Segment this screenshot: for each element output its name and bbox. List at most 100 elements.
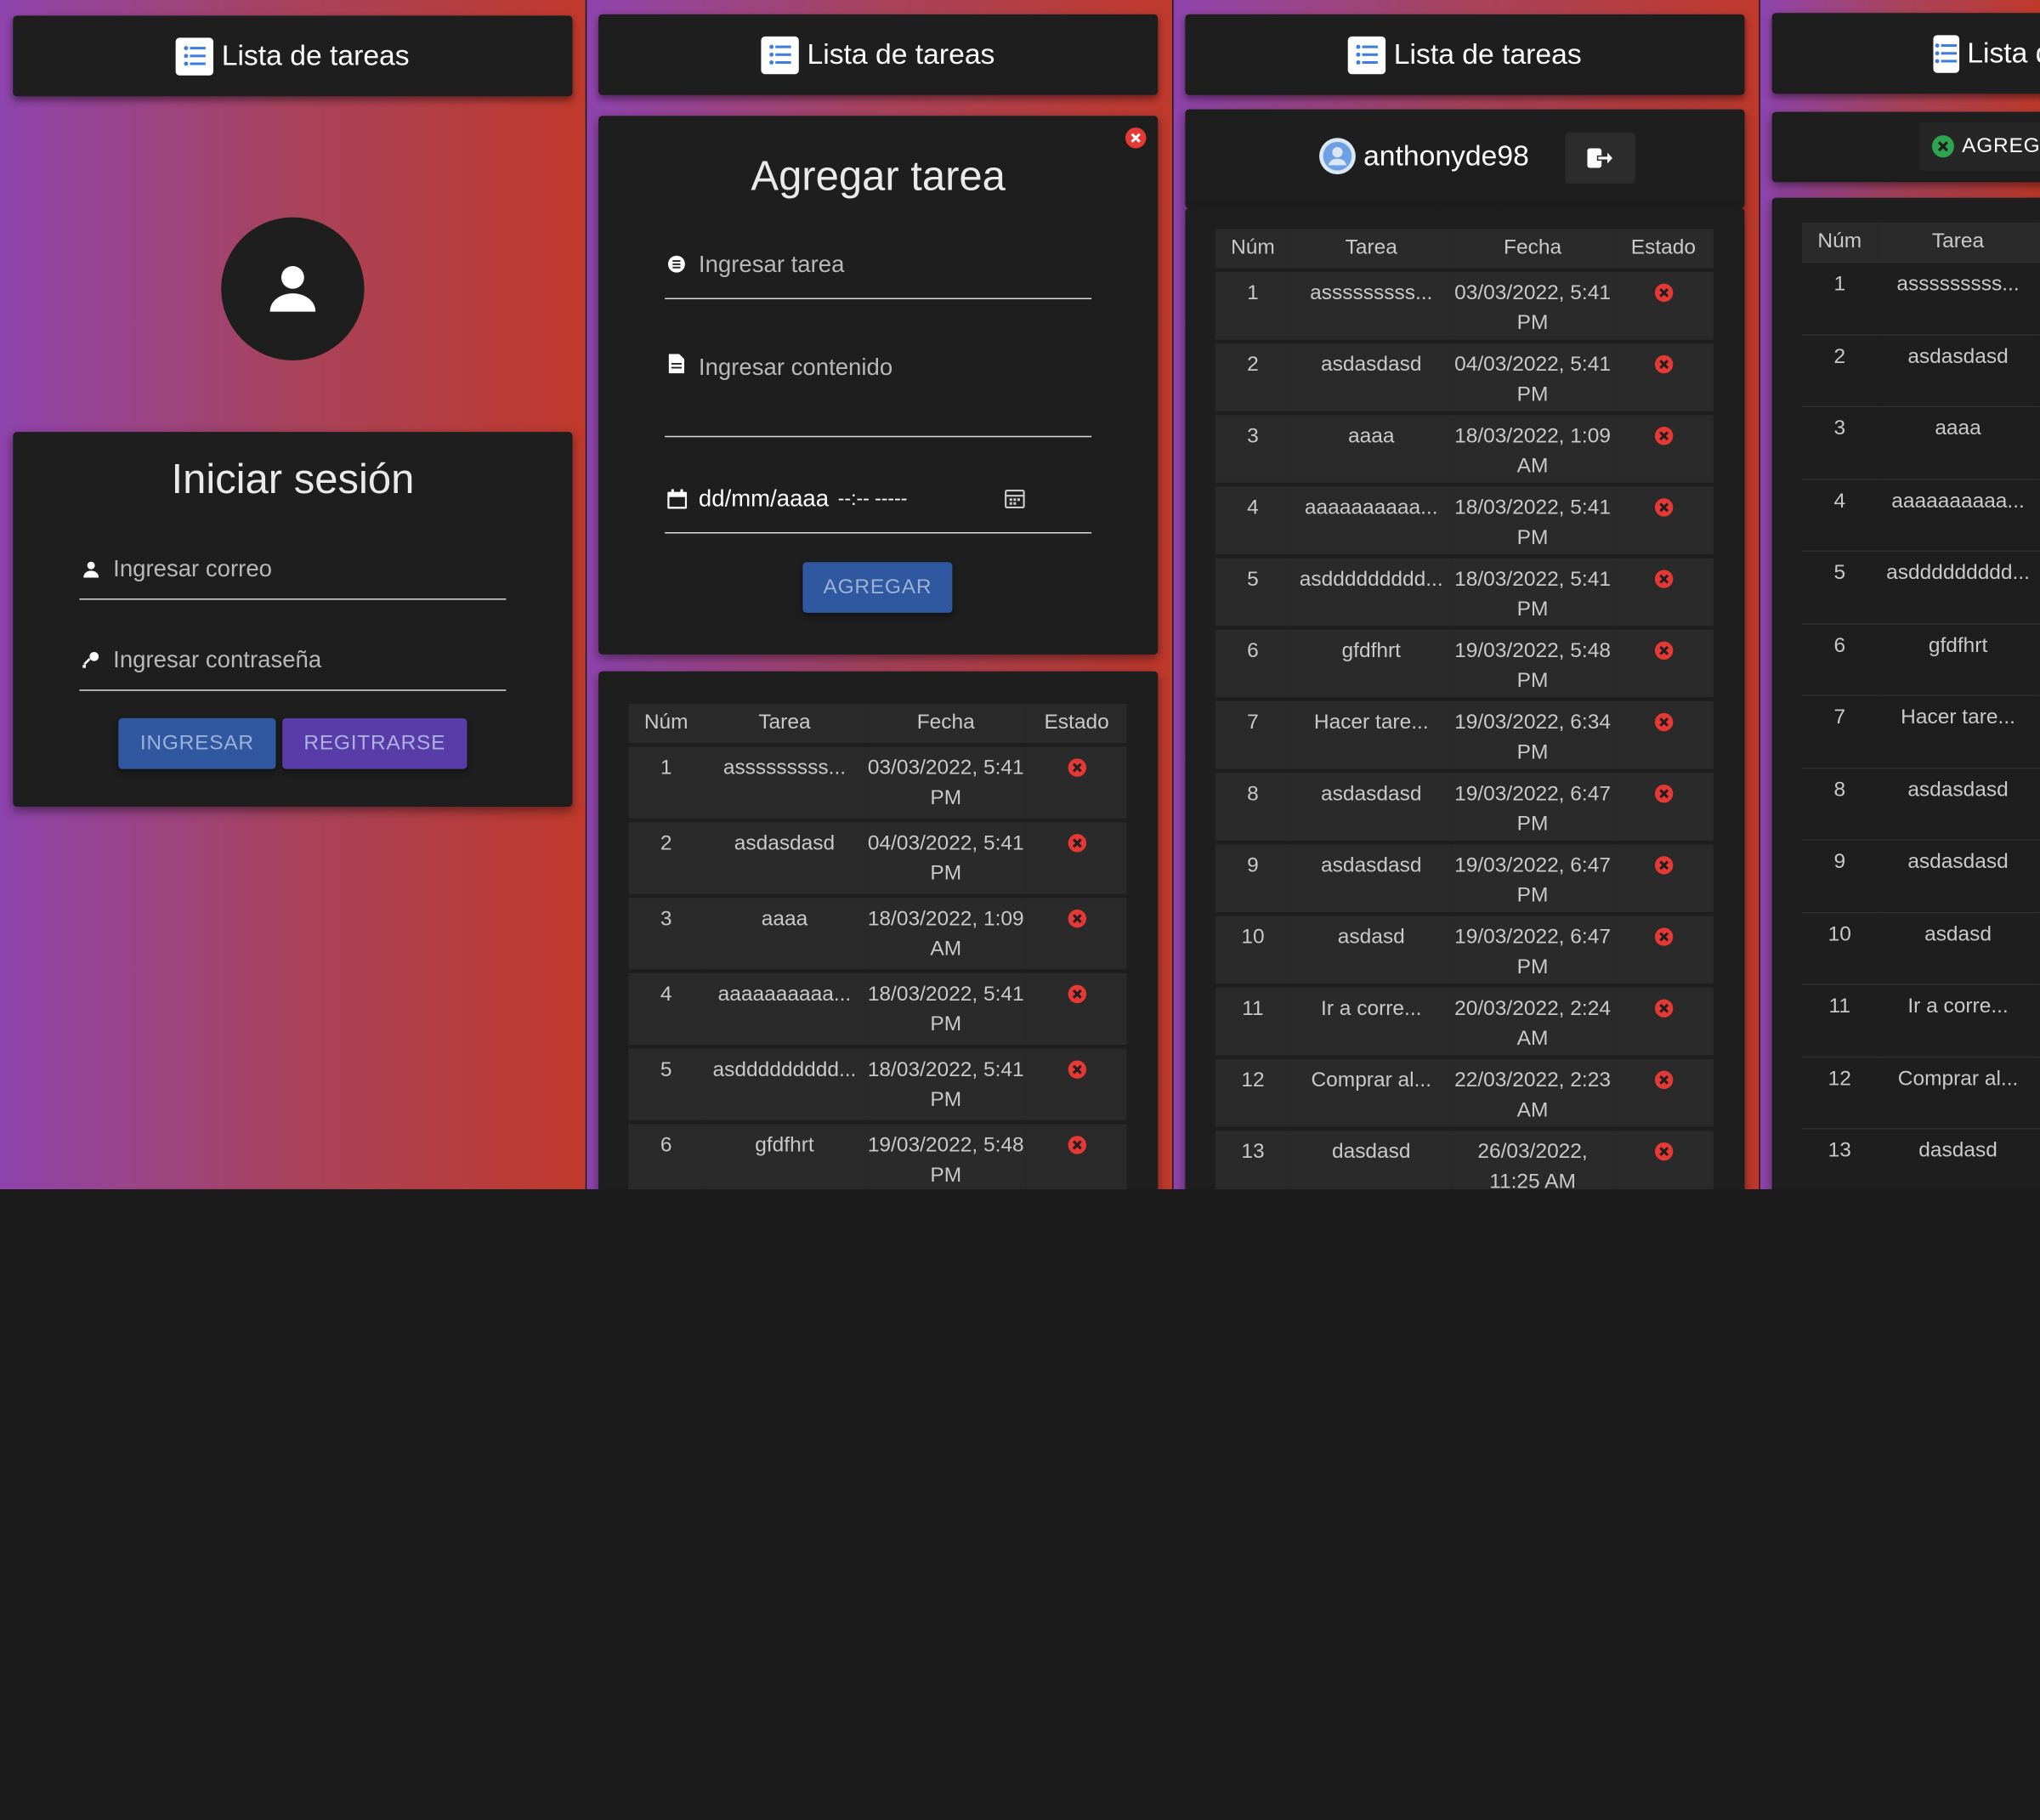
task-title: Hacer tare... bbox=[1290, 700, 1453, 769]
task-list-card: NúmTareaFechaEstado1asssssssss...03/03/2… bbox=[598, 671, 1159, 1189]
time-placeholder: --:-- ----- bbox=[837, 487, 908, 510]
status-pending-icon[interactable] bbox=[1067, 1060, 1086, 1079]
content-field[interactable]: Ingresar contenido bbox=[665, 331, 1092, 438]
task-date-line2: PM bbox=[1516, 670, 1549, 693]
task-number: 4 bbox=[628, 972, 705, 1046]
task-date: 19/03/2022, 6:47 PM bbox=[1452, 844, 1613, 912]
table-row[interactable]: 8asdasdasd19/03/2022, 6:47 bbox=[1801, 767, 2040, 840]
table-row[interactable]: 7 Hacer tare... 19/03/2022, 6:34 PM bbox=[1215, 700, 1714, 769]
task-date: 19/03/2022, 5:48 PM bbox=[1452, 629, 1613, 698]
status-pending-icon[interactable] bbox=[1654, 1070, 1673, 1090]
table-row[interactable]: 6 gfdfhrt 19/03/2022, 5:48 PM bbox=[628, 1124, 1127, 1189]
add-toggle-button[interactable]: AGREG bbox=[1918, 122, 2040, 171]
task-number: 3 bbox=[1801, 405, 1878, 479]
table-row[interactable]: 9asdasdasd19/03/2022, 6:47 bbox=[1801, 839, 2040, 912]
task-title: asdasd bbox=[1877, 911, 2039, 984]
task-status bbox=[1612, 271, 1714, 340]
logout-button[interactable] bbox=[1565, 133, 1635, 184]
email-field[interactable]: Ingresar correo bbox=[79, 539, 507, 600]
table-row[interactable]: 5 asddddddddd... 18/03/2022, 5:41 PM bbox=[628, 1048, 1127, 1120]
table-row[interactable]: 10asdasd19/03/2022, 6:47 bbox=[1801, 911, 2040, 984]
status-pending-icon[interactable] bbox=[1654, 927, 1673, 946]
task-date-line2: AM bbox=[930, 938, 962, 961]
add-task-button[interactable]: AGREGAR bbox=[802, 562, 953, 613]
task-date: 22/03/2022, 2:23 AM bbox=[1452, 1058, 1613, 1127]
table-row[interactable]: 2 asdasdasd 04/03/2022, 5:41 PM bbox=[1215, 343, 1714, 411]
table-row[interactable]: 5asddddddddd...18/03/2022, 5:41 bbox=[1801, 550, 2040, 623]
status-pending-icon[interactable] bbox=[1067, 758, 1086, 777]
column-header: Núm bbox=[1801, 222, 1878, 262]
status-pending-icon[interactable] bbox=[1067, 834, 1086, 853]
table-row[interactable]: 7Hacer tare...19/03/2022, 6:34 bbox=[1801, 695, 2040, 768]
task-number: 1 bbox=[1215, 271, 1291, 340]
status-pending-icon[interactable] bbox=[1067, 1136, 1086, 1154]
calendar-picker-icon[interactable] bbox=[1005, 488, 1025, 515]
register-button[interactable]: REGITRARSE bbox=[282, 717, 468, 769]
table-row[interactable]: 13dasdasd26/03/2022, bbox=[1801, 1128, 2040, 1189]
status-pending-icon[interactable] bbox=[1654, 570, 1673, 588]
table-row[interactable]: 4 aaaaaaaaaa... 18/03/2022, 5:41 PM bbox=[1215, 486, 1714, 555]
table-row[interactable]: 6gfdfhrt19/03/2022, 5:48 bbox=[1801, 622, 2040, 695]
status-pending-icon[interactable] bbox=[1654, 427, 1673, 445]
table-row[interactable]: 8 asdasdasd 19/03/2022, 6:47 PM bbox=[1215, 773, 1714, 841]
status-pending-icon[interactable] bbox=[1067, 984, 1086, 1004]
status-pending-icon[interactable] bbox=[1654, 1142, 1673, 1161]
task-date-line1: 20/03/2022, 2:24 bbox=[1454, 997, 1611, 1020]
task-status bbox=[1612, 629, 1714, 698]
status-pending-icon[interactable] bbox=[1654, 999, 1673, 1018]
table-row[interactable]: 13 dasdasd 26/03/2022, 11:25 AM bbox=[1215, 1131, 1714, 1189]
task-status bbox=[1612, 916, 1714, 984]
task-date: 18/03/2022, 5:41 PM bbox=[864, 1048, 1027, 1120]
table-row[interactable]: 2asdasdasd04/03/2022, 5:41 bbox=[1801, 333, 2040, 406]
table-row[interactable]: 12 Comprar al... 22/03/2022, 2:23 AM bbox=[1215, 1058, 1714, 1127]
date-field[interactable]: dd/mm/aaaa --:-- ----- bbox=[665, 464, 1092, 534]
table-row[interactable]: 1 asssssssss... 03/03/2022, 5:41 PM bbox=[1215, 271, 1714, 340]
app-bar: Lista de tareas bbox=[13, 15, 573, 97]
content-placeholder: Ingresar contenido bbox=[698, 354, 893, 380]
table-row[interactable]: 1 asssssssss... 03/03/2022, 5:41 PM bbox=[628, 746, 1127, 819]
status-pending-icon[interactable] bbox=[1654, 784, 1673, 803]
table-row[interactable]: 12Comprar al...22/03/2022, 2:23 bbox=[1801, 1056, 2040, 1129]
status-pending-icon[interactable] bbox=[1654, 283, 1673, 303]
task-number: 3 bbox=[1215, 415, 1291, 483]
table-row[interactable]: 1asssssssss...03/03/2022, 5:41 bbox=[1801, 261, 2040, 334]
table-header-row: NúmTareaFechaEstado bbox=[628, 704, 1127, 743]
task-number: 3 bbox=[628, 898, 705, 970]
column-header: Núm bbox=[1215, 229, 1291, 269]
table-row[interactable]: 3 aaaa 18/03/2022, 1:09 AM bbox=[1215, 415, 1714, 483]
table-row[interactable]: 11 Ir a corre... 20/03/2022, 2:24 AM bbox=[1215, 987, 1714, 1056]
table-row[interactable]: 11Ir a corre...20/03/2022, 2:24 bbox=[1801, 984, 2040, 1057]
task-date: 04/03/2022, 5:41 PM bbox=[864, 822, 1027, 894]
status-pending-icon[interactable] bbox=[1654, 856, 1673, 875]
table-row[interactable]: 4aaaaaaaaaa...18/03/2022, 5:41 bbox=[1801, 478, 2040, 551]
table-row[interactable]: 9 asdasdasd 19/03/2022, 6:47 PM bbox=[1215, 844, 1714, 912]
table-row[interactable]: 6 gfdfhrt 19/03/2022, 5:48 PM bbox=[1215, 629, 1714, 698]
task-number: 6 bbox=[1801, 622, 1878, 695]
calendar-icon bbox=[665, 488, 688, 508]
task-date-line2: AM bbox=[1516, 455, 1549, 478]
status-pending-icon[interactable] bbox=[1654, 498, 1673, 517]
status-pending-icon[interactable] bbox=[1067, 909, 1086, 928]
task-list-card: NúmTareaFechaEstado1asssssssss...03/03/2… bbox=[1185, 207, 1745, 1189]
status-pending-icon[interactable] bbox=[1654, 641, 1673, 661]
close-icon[interactable] bbox=[1125, 127, 1147, 149]
table-row[interactable]: 10 asdasd 19/03/2022, 6:47 PM bbox=[1215, 916, 1714, 984]
task-title: gfdfhrt bbox=[1877, 622, 2039, 695]
table-row[interactable]: 5 asddddddddd... 18/03/2022, 5:41 PM bbox=[1215, 558, 1714, 627]
task-date-line1: 03/03/2022, 5:41 bbox=[867, 757, 1024, 780]
status-pending-icon[interactable] bbox=[1654, 712, 1673, 732]
task-number: 2 bbox=[628, 822, 705, 894]
table-row[interactable]: 3aaaa18/03/2022, 1:09 bbox=[1801, 405, 2040, 479]
login-button[interactable]: INGRESAR bbox=[118, 717, 276, 769]
task-title: asssssssss... bbox=[1877, 261, 2039, 334]
task-field[interactable]: Ingresar tarea bbox=[665, 230, 1092, 300]
task-date-line1: 18/03/2022, 5:41 bbox=[1454, 496, 1611, 519]
status-pending-icon[interactable] bbox=[1654, 354, 1673, 374]
task-number: 6 bbox=[1215, 629, 1291, 698]
password-field[interactable]: Ingresar contraseña bbox=[79, 630, 507, 691]
task-date-line2: PM bbox=[1516, 383, 1549, 406]
table-row[interactable]: 2 asdasdasd 04/03/2022, 5:41 PM bbox=[628, 822, 1127, 894]
table-row[interactable]: 4 aaaaaaaaaa... 18/03/2022, 5:41 PM bbox=[628, 972, 1127, 1046]
task-title: dasdasd bbox=[1877, 1128, 2039, 1189]
table-row[interactable]: 3 aaaa 18/03/2022, 1:09 AM bbox=[628, 898, 1127, 970]
